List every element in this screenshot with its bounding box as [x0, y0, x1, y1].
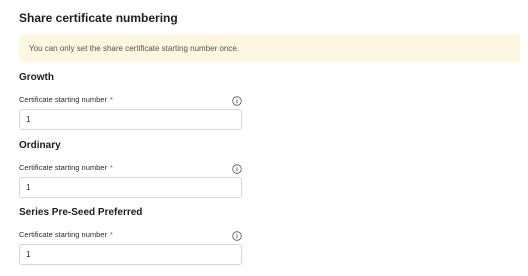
notice-banner: You can only set the share certificate s… [19, 34, 520, 62]
field-label-row: Certificate starting number * [19, 161, 244, 174]
section-title: Series Pre-Seed Preferred [19, 207, 143, 218]
certificate-starting-number-input[interactable]: 1 [19, 109, 242, 130]
field-label-row: Certificate starting number * [19, 228, 244, 241]
info-icon[interactable] [232, 228, 242, 241]
input-value: 1 [26, 183, 31, 192]
notice-text: You can only set the share certificate s… [29, 43, 240, 53]
field-label-row: Certificate starting number * [19, 93, 244, 106]
page-title: Share certificate numbering [19, 11, 178, 25]
section-series-pre-seed-preferred: Series Pre-Seed Preferred Certificate st… [19, 207, 244, 265]
required-asterisk: * [109, 95, 113, 104]
required-asterisk: * [109, 163, 113, 172]
certificate-starting-number-input[interactable]: 1 [19, 244, 242, 265]
section-title: Growth [19, 72, 54, 83]
required-asterisk: * [109, 230, 113, 239]
input-value: 1 [26, 250, 31, 259]
input-value: 1 [26, 115, 31, 124]
section-growth: Growth Certificate starting number * 1 [19, 72, 244, 130]
certificate-starting-number-input[interactable]: 1 [19, 177, 242, 198]
info-icon[interactable] [232, 93, 242, 106]
info-icon[interactable] [232, 161, 242, 174]
field-label: Certificate starting number [19, 95, 107, 104]
section-title: Ordinary [19, 140, 61, 151]
field-label: Certificate starting number [19, 230, 107, 239]
share-certificate-numbering-page: Share certificate numbering You can only… [0, 0, 528, 276]
field-label: Certificate starting number [19, 163, 107, 172]
section-ordinary: Ordinary Certificate starting number * 1 [19, 140, 244, 198]
